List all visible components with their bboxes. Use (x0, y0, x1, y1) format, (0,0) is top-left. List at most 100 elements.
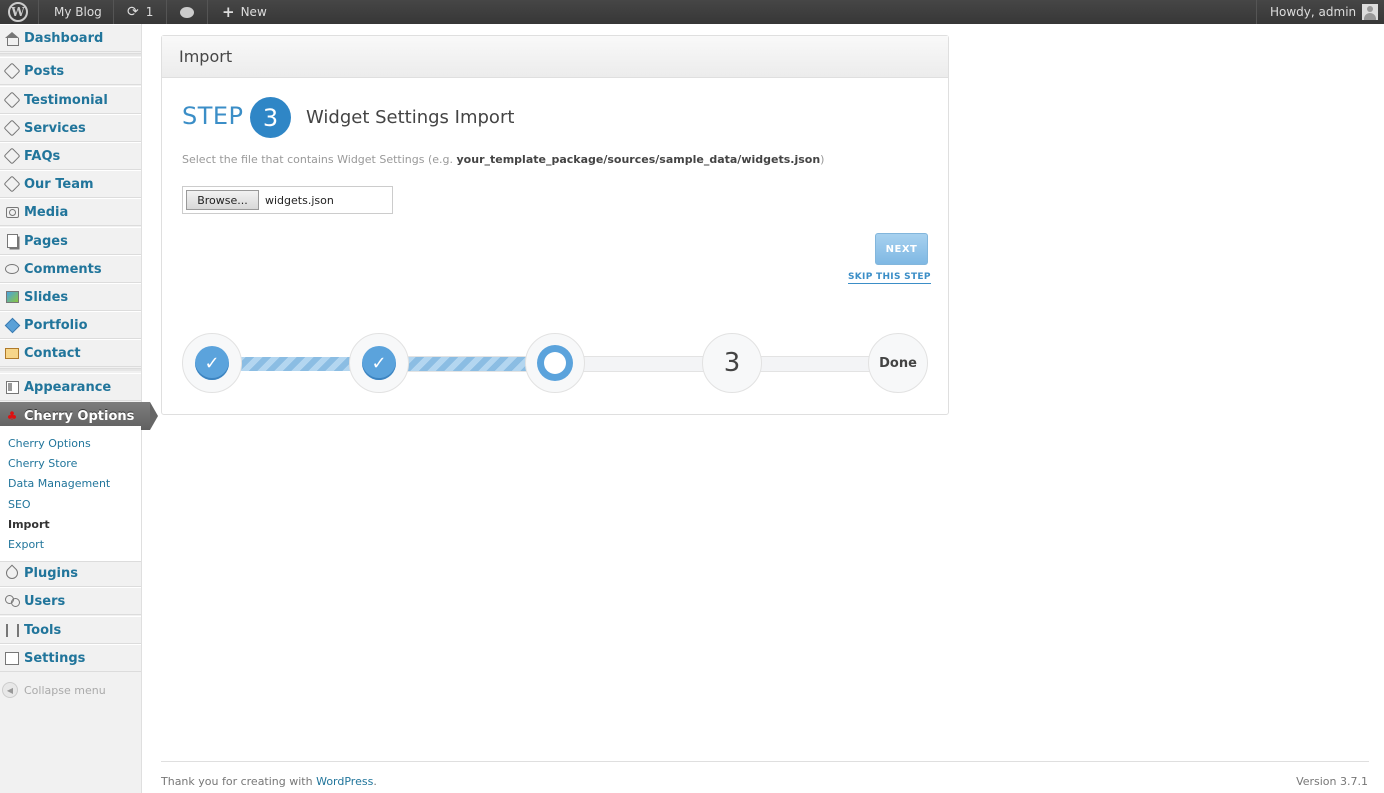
submenu-seo[interactable]: SEO (8, 498, 31, 511)
skip-step-link[interactable]: SKIP THIS STEP (848, 272, 931, 284)
collapse-arrow-icon: ◀ (2, 682, 18, 698)
menu-item-our-team[interactable]: Our Team (0, 170, 141, 198)
menu-label: Settings (24, 650, 86, 666)
progress-done-label: Done (879, 355, 917, 371)
submenu-cherry-store[interactable]: Cherry Store (8, 457, 77, 470)
admin-bar-divider (207, 0, 208, 24)
media-icon (4, 204, 20, 220)
menu-item-dashboard[interactable]: Dashboard (0, 24, 141, 52)
menu-label: Portfolio (24, 317, 88, 333)
check-icon: ✓ (362, 346, 396, 380)
menu-item-services[interactable]: Services (0, 114, 141, 142)
plus-icon: + (222, 3, 235, 21)
menu-label: Users (24, 593, 66, 609)
submenu-cherry-options[interactable]: Cherry Options (8, 437, 91, 450)
next-button[interactable]: NEXT (875, 233, 928, 265)
updates-link[interactable]: ⟳ 1 (127, 0, 153, 24)
file-input[interactable]: Browse... widgets.json (182, 186, 393, 214)
comments-link[interactable] (180, 0, 194, 24)
pin-icon (3, 147, 21, 165)
desc-prefix: Select the file that contains Widget Set… (182, 153, 457, 166)
menu-item-settings[interactable]: Settings (0, 644, 141, 672)
howdy-label: Howdy, admin (1270, 5, 1357, 19)
tools-icon (4, 622, 20, 638)
progress-step-done: Done (868, 333, 928, 393)
footer-version: Version 3.7.1 (1296, 775, 1368, 788)
wordpress-logo-icon[interactable]: W (8, 0, 28, 24)
menu-item-slides[interactable]: Slides (0, 283, 141, 311)
menu-item-portfolio[interactable]: Portfolio (0, 311, 141, 339)
browse-button[interactable]: Browse... (186, 190, 259, 210)
menu-separator (0, 53, 141, 56)
updates-icon: ⟳ (127, 4, 139, 20)
collapse-menu-button[interactable]: ◀ Collapse menu (2, 682, 106, 698)
dashboard-icon (4, 30, 20, 46)
menu-item-comments[interactable]: Comments (0, 255, 141, 283)
admin-bar-divider (38, 0, 39, 24)
menu-item-appearance[interactable]: Appearance (0, 373, 141, 401)
menu-item-testimonial[interactable]: Testimonial (0, 86, 141, 114)
step-word: STEP (182, 102, 244, 130)
appearance-icon (4, 379, 20, 395)
menu-item-plugins[interactable]: Plugins (0, 559, 141, 587)
menu-item-users[interactable]: Users (0, 587, 141, 615)
pin-icon (3, 175, 21, 193)
comments-icon (4, 261, 20, 277)
menu-item-contact[interactable]: Contact (0, 339, 141, 367)
cherry-options-submenu: Cherry Options Cherry Store Data Managem… (0, 426, 141, 562)
portfolio-icon (4, 317, 20, 333)
menu-label: Plugins (24, 565, 78, 581)
menu-label: Comments (24, 261, 102, 277)
step-number-badge: 3 (250, 97, 291, 138)
check-icon: ✓ (195, 346, 229, 380)
footer-thanks-prefix: Thank you for creating with (161, 775, 317, 788)
menu-label: Services (24, 120, 86, 136)
progress-step-number: 3 (723, 348, 741, 378)
panel-title: Import (162, 36, 948, 78)
settings-icon (4, 650, 20, 666)
pin-icon (3, 91, 21, 109)
users-icon (4, 593, 20, 609)
submenu-data-management[interactable]: Data Management (8, 477, 110, 490)
menu-label: Appearance (24, 379, 112, 395)
pin-icon (3, 62, 21, 80)
menu-label: Media (24, 204, 69, 220)
menu-item-pages[interactable]: Pages (0, 227, 141, 255)
menu-item-posts[interactable]: Posts (0, 57, 141, 85)
step-description: Select the file that contains Widget Set… (182, 153, 824, 166)
submenu-import[interactable]: Import (8, 518, 50, 531)
menu-item-media[interactable]: Media (0, 198, 141, 226)
progress-step-active (525, 333, 585, 393)
avatar (1362, 4, 1379, 20)
wordpress-link[interactable]: WordPress (316, 775, 373, 788)
menu-label: Contact (24, 345, 81, 361)
progress-step-1: ✓ (182, 333, 242, 393)
my-account-link[interactable]: Howdy, admin (1270, 0, 1379, 24)
admin-bar-divider (113, 0, 114, 24)
site-name-link[interactable]: My Blog (54, 0, 102, 24)
new-content-link[interactable]: + New (222, 0, 267, 24)
progress-step-3: 3 (702, 333, 762, 393)
admin-bar-divider (166, 0, 167, 24)
new-label: New (240, 5, 267, 19)
contact-icon (4, 345, 20, 361)
menu-item-faqs[interactable]: FAQs (0, 142, 141, 170)
desc-path: your_template_package/sources/sample_dat… (456, 153, 821, 166)
pin-icon (3, 119, 21, 137)
pages-icon (4, 233, 20, 249)
menu-label: Slides (24, 289, 69, 305)
import-panel: Import STEP 3 Widget Settings Import Sel… (161, 35, 949, 415)
footer-thanks-suffix: . (373, 775, 377, 788)
menu-item-tools[interactable]: Tools (0, 616, 141, 644)
menu-label: Tools (24, 622, 62, 638)
submenu-export[interactable]: Export (8, 538, 44, 551)
menu-label: Testimonial (24, 92, 108, 108)
menu-separator (0, 368, 141, 371)
desc-suffix: ) (820, 153, 825, 166)
footer-divider (161, 761, 1369, 762)
collapse-menu-label: Collapse menu (24, 683, 106, 697)
admin-sidebar: Dashboard Posts Testimonial Services FAQ… (0, 24, 158, 793)
selected-file-name: widgets.json (265, 193, 334, 207)
plugins-icon (3, 564, 21, 582)
admin-bar: W My Blog ⟳ 1 + New Howdy, admin (0, 0, 1384, 24)
